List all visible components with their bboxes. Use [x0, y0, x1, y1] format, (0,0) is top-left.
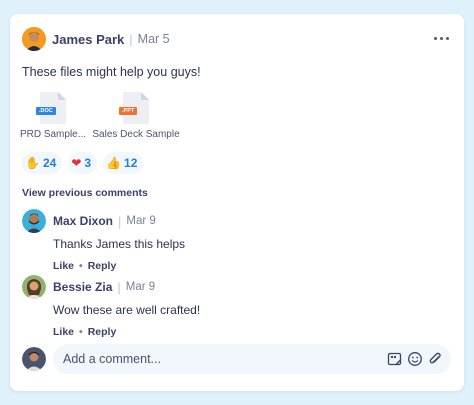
- avatar-bessie-zia-icon: [22, 275, 46, 299]
- file-name: PRD Sample...: [19, 129, 87, 140]
- post-date: Mar 5: [137, 32, 170, 46]
- reply-button[interactable]: Reply: [88, 326, 117, 338]
- reaction-count: 12: [124, 156, 138, 170]
- comment-composer: [22, 344, 451, 374]
- comment-input-wrapper: [53, 344, 451, 374]
- file-type-label: .PPT: [119, 107, 138, 115]
- comment-text: Wow these are well crafted!: [53, 303, 201, 317]
- reaction-raised-hand[interactable]: ✋ 24: [22, 152, 63, 174]
- emoji-icon[interactable]: [407, 351, 423, 367]
- file-type-label: .DOC: [36, 107, 56, 115]
- heart-icon: ❤: [71, 156, 82, 170]
- file-name: Sales Deck Sample: [92, 129, 180, 140]
- comment-author[interactable]: Bessie Zia: [53, 280, 112, 294]
- comment-text: Thanks James this helps: [53, 237, 186, 251]
- avatar-max-dixon-icon: [22, 209, 46, 233]
- raised-hand-icon: ✋: [25, 156, 40, 170]
- attachment-doc[interactable]: .DOC PRD Sample...: [19, 92, 87, 140]
- reaction-count: 3: [84, 156, 92, 170]
- bullet-separator: •: [79, 326, 83, 338]
- comment-input[interactable]: [63, 352, 387, 366]
- reply-button[interactable]: Reply: [88, 260, 117, 272]
- comment-actions: Like • Reply: [53, 260, 185, 272]
- avatar-james-park-icon: [22, 27, 46, 51]
- doc-file-icon: .DOC: [36, 92, 66, 124]
- avatar-current-user-icon: [22, 347, 46, 371]
- reaction-thumbs-up[interactable]: 👍 12: [103, 152, 144, 174]
- view-previous-comments-link[interactable]: View previous comments: [22, 187, 148, 199]
- header-separator: |: [118, 213, 122, 229]
- avatar[interactable]: [22, 209, 46, 233]
- reactions-bar: ✋ 24 ❤ 3 👍 12: [22, 152, 144, 174]
- comment-actions: Like • Reply: [53, 326, 200, 338]
- post-author[interactable]: James Park: [52, 32, 124, 47]
- comment-item: Bessie Zia | Mar 9 Wow these are well cr…: [22, 275, 200, 338]
- avatar[interactable]: [22, 27, 46, 51]
- header-separator: |: [129, 31, 133, 47]
- bullet-separator: •: [79, 260, 83, 272]
- comment-item: Max Dixon | Mar 9 Thanks James this help…: [22, 209, 185, 272]
- more-options-icon[interactable]: [434, 30, 450, 46]
- comment-date: Mar 9: [125, 281, 156, 293]
- post-text: These files might help you guys!: [22, 65, 201, 79]
- thumbs-up-icon: 👍: [106, 156, 122, 170]
- post-card: James Park | Mar 5 These files might hel…: [10, 14, 464, 391]
- like-button[interactable]: Like: [53, 260, 74, 272]
- composer-tools: [387, 351, 443, 367]
- avatar[interactable]: [22, 275, 46, 299]
- comment-author[interactable]: Max Dixon: [53, 214, 113, 228]
- attachments: .DOC PRD Sample... .PPT Sales Deck Sampl…: [19, 92, 180, 140]
- ppt-file-icon: .PPT: [119, 92, 149, 124]
- like-button[interactable]: Like: [53, 326, 74, 338]
- comment-date: Mar 9: [126, 215, 156, 227]
- avatar[interactable]: [22, 347, 46, 371]
- gif-icon[interactable]: [387, 351, 403, 367]
- reaction-heart[interactable]: ❤ 3: [68, 152, 98, 174]
- attach-icon[interactable]: [427, 351, 443, 367]
- reaction-count: 24: [42, 156, 57, 170]
- header-separator: |: [117, 279, 121, 295]
- post-header: James Park | Mar 5: [22, 27, 170, 51]
- attachment-ppt[interactable]: .PPT Sales Deck Sample: [92, 92, 180, 140]
